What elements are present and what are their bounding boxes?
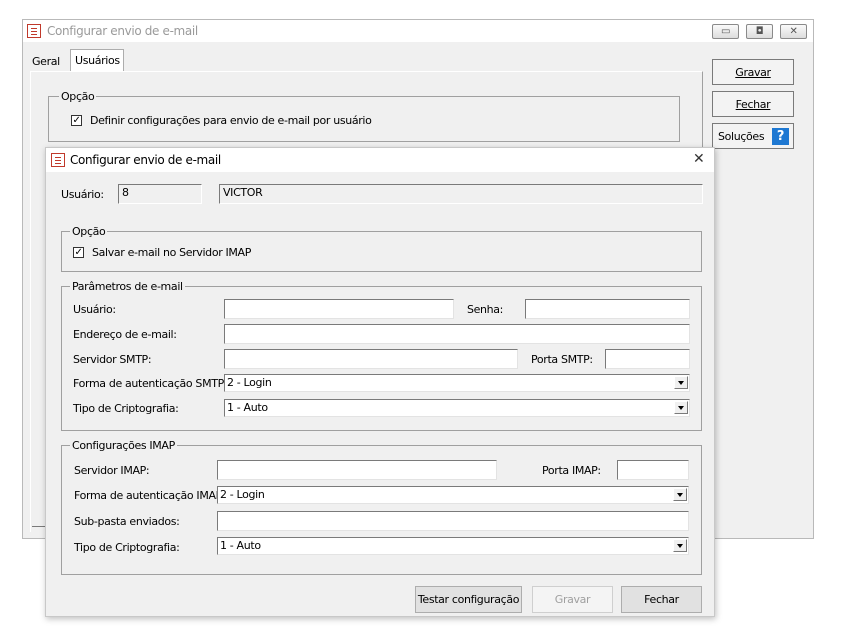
dialog-titlebar: Configurar envio de e-mail ✕ (46, 148, 714, 172)
imap-auth-value: 2 - Login (220, 488, 265, 501)
close-icon: ✕ (789, 25, 798, 37)
smtp-auth-label: Forma de autenticação SMTP: (73, 377, 228, 390)
smtp-auth-value: 2 - Login (227, 376, 272, 389)
maximize-button[interactable]: ◘ (746, 24, 773, 39)
email-address-label: Endereço de e-mail: (73, 328, 177, 341)
smtp-auth-select[interactable]: 2 - Login (224, 374, 690, 392)
minimize-icon: ▭ (720, 25, 731, 37)
dialog-fechar-label: Fechar (644, 593, 679, 606)
dialog-title: Configurar envio de e-mail (70, 153, 221, 167)
outer-option-group: Opção ✓ Definir configurações para envio… (48, 90, 680, 142)
imap-port-label: Porta IMAP: (542, 464, 601, 477)
email-params-group-title: Parâmetros de e-mail (70, 280, 185, 293)
outer-gravar-button[interactable]: Gravar (712, 59, 794, 85)
minimize-button[interactable]: ▭ (712, 24, 739, 39)
imap-group-title: Configurações IMAP (70, 439, 177, 452)
tab-usuarios-label: Usuários (75, 54, 120, 67)
solucoes-label: Soluções (718, 129, 765, 143)
chevron-down-icon[interactable] (673, 539, 687, 552)
subfolder-label: Sub-pasta enviados: (74, 515, 180, 528)
chevron-down-icon[interactable] (673, 488, 687, 501)
dialog-close-icon[interactable]: ✕ (693, 151, 705, 167)
tab-geral[interactable]: Geral (28, 51, 63, 71)
dialog-option-group: Opção ✓ Salvar e-mail no Servidor IMAP (61, 225, 702, 272)
imap-server-input[interactable] (217, 460, 497, 480)
maximize-icon: ◘ (755, 25, 764, 37)
smtp-server-label: Servidor SMTP: (73, 353, 152, 366)
email-config-dialog: Configurar envio de e-mail ✕ Usuário: 8 … (45, 147, 715, 617)
solucoes-button[interactable]: Soluções ? (712, 123, 794, 149)
imap-auth-select[interactable]: 2 - Login (217, 486, 689, 504)
dialog-gravar-label: Gravar (554, 593, 591, 606)
user-code-value: 8 (122, 186, 129, 199)
smtp-server-input[interactable] (224, 349, 518, 369)
smtp-port-input[interactable] (605, 349, 690, 369)
smtp-crypto-label: Tipo de Criptografia: (73, 402, 179, 415)
outer-option-group-title: Opção (59, 90, 97, 103)
window-close-button[interactable]: ✕ (780, 24, 807, 39)
email-params-group: Parâmetros de e-mail Usuário: Senha: End… (61, 280, 702, 431)
senha-label: Senha: (467, 303, 504, 316)
user-name-field: VICTOR (219, 184, 703, 204)
imap-crypto-label: Tipo de Criptografia: (74, 541, 180, 554)
user-label: Usuário: (61, 188, 104, 201)
chevron-down-icon[interactable] (674, 376, 688, 389)
dialog-fechar-button[interactable]: Fechar (621, 586, 702, 613)
tab-geral-label: Geral (32, 55, 60, 68)
smtp-crypto-select[interactable]: 1 - Auto (224, 399, 690, 417)
outer-titlebar: Configurar envio de e-mail ▭ ◘ ✕ (23, 20, 813, 42)
dialog-option-group-title: Opção (70, 225, 108, 238)
user-name-value: VICTOR (223, 186, 263, 199)
imap-port-input[interactable] (617, 460, 689, 480)
outer-fechar-label: Fechar (735, 97, 771, 111)
save-imap-label: Salvar e-mail no Servidor IMAP (92, 246, 252, 259)
outer-gravar-label: Gravar (735, 65, 771, 79)
dialog-document-icon (51, 153, 65, 167)
imap-auth-label: Forma de autenticação IMAP: (74, 489, 226, 502)
save-imap-checkbox[interactable]: ✓ (73, 247, 84, 258)
outer-fechar-button[interactable]: Fechar (712, 91, 794, 117)
help-icon: ? (772, 128, 789, 145)
define-per-user-checkbox[interactable]: ✓ (71, 115, 82, 126)
test-config-label: Testar configuração (417, 593, 520, 606)
dialog-gravar-button[interactable]: Gravar (532, 586, 613, 613)
outer-window-title: Configurar envio de e-mail (47, 24, 198, 38)
smtp-user-label: Usuário: (73, 303, 116, 316)
imap-server-label: Servidor IMAP: (74, 464, 150, 477)
smtp-crypto-value: 1 - Auto (227, 401, 268, 414)
smtp-user-input[interactable] (224, 299, 454, 319)
imap-group: Configurações IMAP Servidor IMAP: Porta … (61, 439, 702, 575)
app-document-icon (27, 24, 41, 38)
email-address-input[interactable] (224, 324, 690, 344)
imap-crypto-value: 1 - Auto (220, 539, 261, 552)
define-per-user-label: Definir configurações para envio de e-ma… (90, 114, 372, 127)
chevron-down-icon[interactable] (674, 401, 688, 414)
test-config-button[interactable]: Testar configuração (415, 586, 522, 613)
tab-usuarios[interactable]: Usuários (70, 49, 124, 72)
user-code-field: 8 (118, 184, 202, 204)
senha-input[interactable] (525, 299, 690, 319)
imap-crypto-select[interactable]: 1 - Auto (217, 537, 689, 555)
smtp-port-label: Porta SMTP: (531, 353, 593, 366)
subfolder-input[interactable] (217, 511, 689, 531)
